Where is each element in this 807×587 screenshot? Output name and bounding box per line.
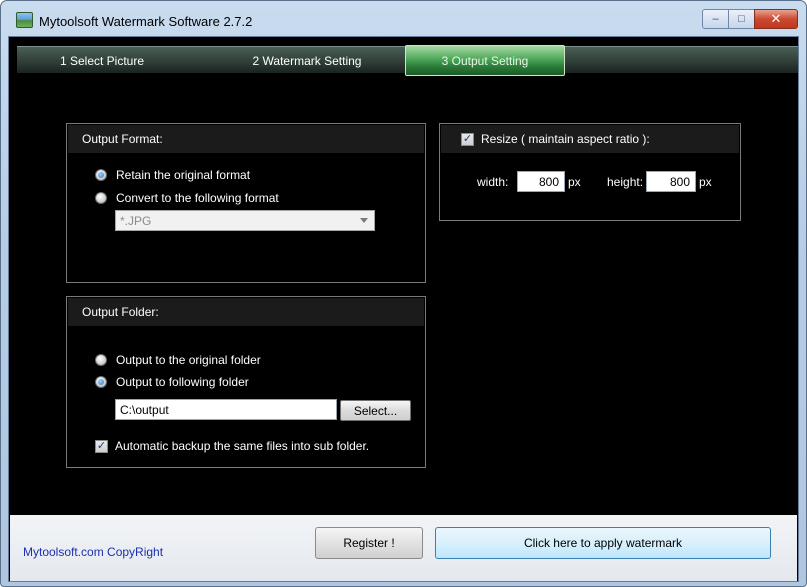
convert-format-label: Convert to the following format (116, 191, 279, 205)
tab-output-setting[interactable]: 3 Output Setting (405, 45, 565, 76)
app-picture-icon (16, 12, 33, 28)
retain-format-option[interactable]: Retain the original format (95, 168, 250, 182)
height-label: height: (607, 175, 644, 189)
tab-bar: 1 Select Picture 2 Watermark Setting 3 O… (17, 45, 798, 76)
output-format-panel: Output Format: Retain the original forma… (66, 123, 426, 283)
backup-label: Automatic backup the same files into sub… (115, 439, 370, 453)
following-folder-label: Output to following folder (116, 375, 249, 389)
title-bar[interactable]: Mytoolsoft Watermark Software 2.7.2 – □ … (1, 1, 806, 37)
maximize-button[interactable]: □ (728, 9, 754, 29)
original-folder-label: Output to the original folder (116, 353, 261, 367)
resize-header: ✓ Resize ( maintain aspect ratio ): (441, 125, 739, 153)
output-folder-title: Output Folder: (68, 298, 424, 326)
format-select-value: *.JPG (120, 213, 152, 228)
backup-option[interactable]: ✓ Automatic backup the same files into s… (95, 439, 369, 453)
minimize-button[interactable]: – (702, 9, 728, 29)
resize-checkbox[interactable]: ✓ (461, 132, 474, 146)
output-format-title: Output Format: (68, 125, 424, 153)
width-label: width: (477, 175, 509, 189)
window-title: Mytoolsoft Watermark Software 2.7.2 (39, 14, 253, 29)
app-window: Mytoolsoft Watermark Software 2.7.2 – □ … (0, 0, 807, 587)
height-input[interactable]: 800 (646, 171, 696, 192)
register-button[interactable]: Register ! (315, 527, 423, 559)
folder-path-input[interactable]: C:\output (115, 399, 337, 420)
following-folder-radio[interactable] (95, 376, 107, 388)
convert-format-radio[interactable] (95, 192, 107, 204)
format-select[interactable]: *.JPG (115, 210, 375, 231)
caption-buttons: – □ ✕ (702, 9, 798, 29)
close-button[interactable]: ✕ (754, 9, 798, 29)
copyright-text: Mytoolsoft.com CopyRight (23, 545, 164, 559)
output-folder-panel: Output Folder: Output to the original fo… (66, 296, 426, 468)
resize-panel: ✓ Resize ( maintain aspect ratio ): widt… (439, 123, 741, 221)
apply-watermark-button[interactable]: Click here to apply watermark (435, 527, 771, 559)
select-folder-button[interactable]: Select... (340, 400, 411, 421)
original-folder-option[interactable]: Output to the original folder (95, 353, 261, 367)
width-input[interactable]: 800 (517, 171, 565, 192)
original-folder-radio[interactable] (95, 354, 107, 366)
height-unit: px (699, 175, 712, 189)
backup-checkbox[interactable]: ✓ (95, 439, 108, 453)
retain-format-label: Retain the original format (116, 168, 251, 182)
retain-format-radio[interactable] (95, 169, 107, 181)
following-folder-option[interactable]: Output to following folder (95, 375, 249, 389)
tab-watermark-setting[interactable]: 2 Watermark Setting (227, 47, 387, 74)
bottom-bar: Mytoolsoft.com CopyRight Register ! Clic… (10, 515, 797, 581)
convert-format-option[interactable]: Convert to the following format (95, 191, 279, 205)
client-area: 1 Select Picture 2 Watermark Setting 3 O… (8, 36, 799, 582)
tab-select-picture[interactable]: 1 Select Picture (42, 47, 162, 74)
width-unit: px (568, 175, 581, 189)
chevron-down-icon (360, 218, 368, 223)
resize-label: Resize ( maintain aspect ratio ): (481, 132, 650, 146)
